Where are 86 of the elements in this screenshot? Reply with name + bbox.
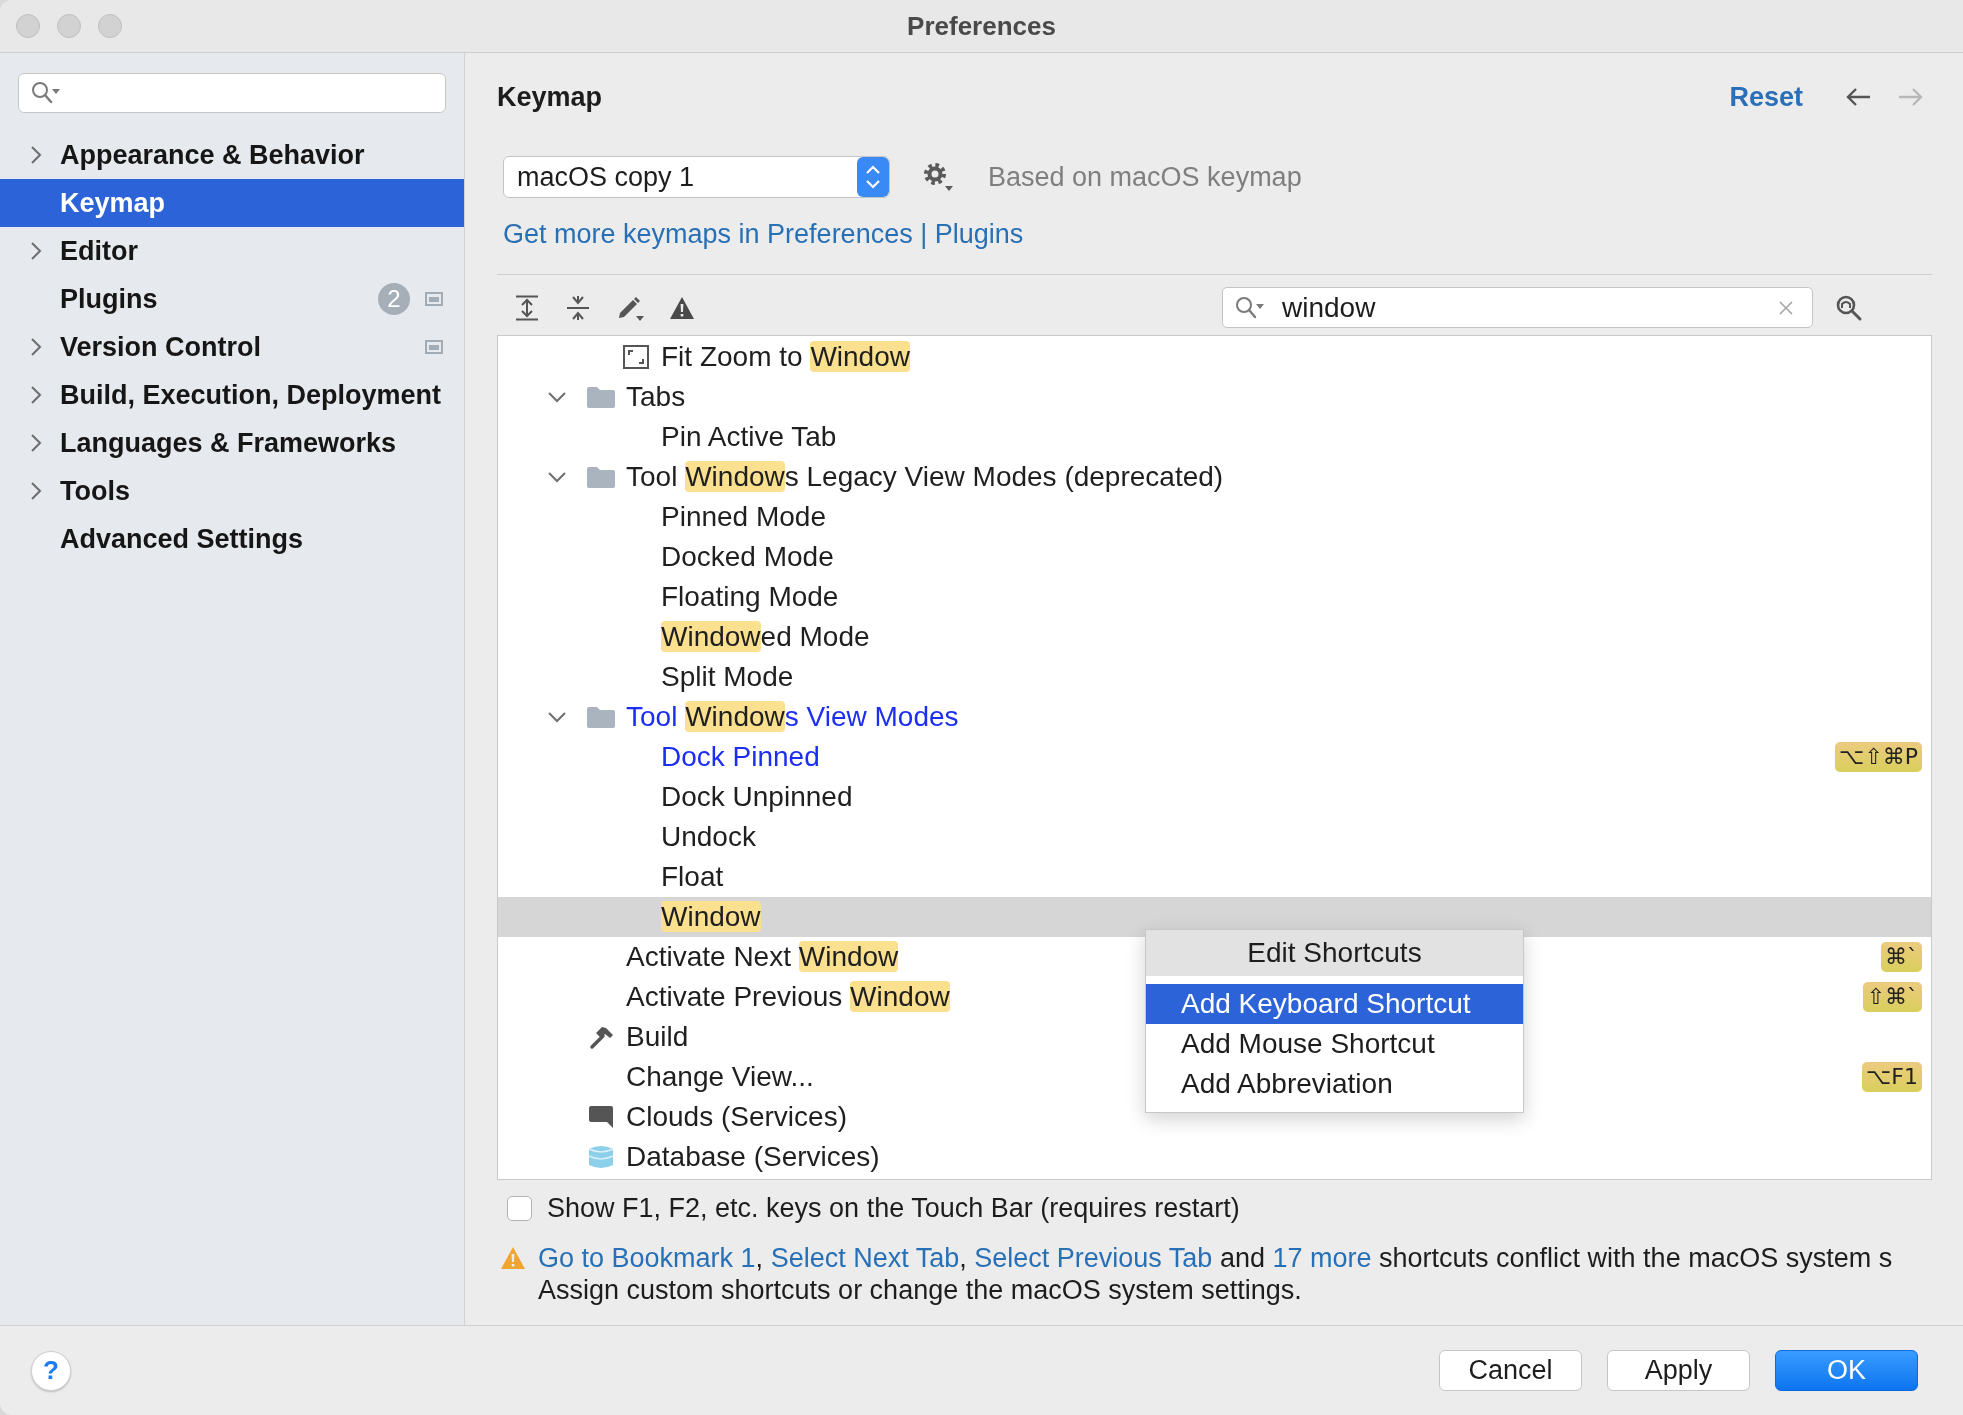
tree-item[interactable]: Build <box>546 1017 689 1057</box>
tree-item[interactable]: Dock Unpinned <box>581 777 853 817</box>
chevron-right-icon <box>30 241 42 261</box>
conflict-link[interactable]: 17 more <box>1272 1243 1372 1273</box>
page-title: Keymap <box>497 81 603 113</box>
tree-item[interactable]: Undock <box>581 817 756 857</box>
chevron-right-icon <box>30 385 42 405</box>
search-field[interactable] <box>18 73 446 113</box>
sidebar-item[interactable]: Plugins 2 <box>0 275 464 323</box>
chevron-right-icon <box>30 433 42 453</box>
update-count: 2 <box>378 283 410 315</box>
tree-item[interactable]: Window <box>581 897 761 937</box>
checkbox-label: Show F1, F2, etc. keys on the Touch Bar (requires restart) <box>547 1192 1240 1224</box>
keymap-dropdown[interactable]: macOS copy 1 <box>503 156 890 198</box>
menu-item[interactable]: Add Mouse Shortcut <box>1146 1024 1523 1064</box>
tree-item[interactable]: Windowed Mode <box>581 617 870 657</box>
shortcut-keys: ⌘` <box>1881 942 1922 972</box>
help-button[interactable]: ? <box>31 1350 71 1391</box>
tree-item[interactable]: Clouds (Services) <box>546 1097 847 1137</box>
warning-icon <box>500 1246 526 1270</box>
shortcut-keys: ⌥F1 <box>1862 1062 1922 1092</box>
tree-item[interactable]: Database (Services) <box>546 1137 880 1177</box>
tree-item[interactable]: Change View... <box>546 1057 814 1097</box>
warning-icon[interactable] <box>669 295 695 320</box>
tree-item[interactable]: Tabs <box>546 377 686 417</box>
panel-icon <box>425 340 443 354</box>
hammer-icon <box>588 1024 614 1050</box>
sidebar-item[interactable]: Tools <box>0 467 464 515</box>
sidebar-item[interactable]: Keymap <box>0 179 464 227</box>
tree-item[interactable]: Docked Mode <box>581 537 834 577</box>
more-keymaps-link[interactable]: Get more keymaps in Preferences | Plugins <box>503 218 1024 250</box>
dialog-button[interactable]: Cancel <box>1439 1350 1582 1391</box>
sidebar-item[interactable]: Version Control <box>0 323 464 371</box>
speech-bubble-icon <box>588 1105 614 1129</box>
folder-icon <box>587 386 615 408</box>
tree-item[interactable]: Pinned Mode <box>581 497 826 537</box>
menu-title: Edit Shortcuts <box>1146 930 1523 976</box>
tree-item[interactable]: Dock Pinned <box>581 737 820 777</box>
chevron-right-icon <box>30 481 42 501</box>
frame-icon <box>623 345 649 369</box>
reset-link[interactable]: Reset <box>1729 81 1803 113</box>
menu-item[interactable]: Add Keyboard Shortcut <box>1146 984 1523 1024</box>
conflict-link[interactable]: Select Previous Tab <box>974 1243 1213 1273</box>
conflict-link[interactable]: Select Next Tab <box>770 1243 960 1273</box>
database-icon <box>588 1144 614 1170</box>
sidebar-item[interactable]: Languages & Frameworks <box>0 419 464 467</box>
shortcut-keys: ⇧⌘` <box>1862 982 1922 1012</box>
chevron-right-icon <box>30 337 42 357</box>
magnifier-icon[interactable] <box>1835 293 1863 322</box>
chevron-down-icon[interactable] <box>547 391 567 403</box>
shortcut-keys: ⌥⇧⌘P <box>1834 742 1922 772</box>
conflict-hint: Assign custom shortcuts or change the macOS system settings. <box>538 1274 1303 1306</box>
menu-item[interactable]: Add Abbreviation <box>1146 1064 1523 1104</box>
back-arrow-icon[interactable] <box>1845 87 1871 107</box>
tree-item[interactable]: Fit Zoom to Window <box>581 337 910 377</box>
stepper-icon <box>857 157 889 197</box>
checkbox[interactable] <box>507 1195 532 1221</box>
sidebar-item[interactable]: Build, Execution, Deployment <box>0 371 464 419</box>
search-icon <box>31 81 61 105</box>
conflict-message: Go to Bookmark 1, Select Next Tab, Select Previous Tab and 17 more shortcuts conflict with the macOS system s <box>538 1242 1893 1274</box>
tree-item[interactable]: Floating Mode <box>581 577 839 617</box>
sidebar-item[interactable]: Advanced Settings <box>0 515 464 563</box>
search-field[interactable]: window <box>1222 287 1813 328</box>
search-icon <box>1235 295 1265 320</box>
tree-item[interactable]: Activate Next Window <box>546 937 899 977</box>
chevron-right-icon <box>30 145 42 165</box>
window-title: Preferences <box>907 10 1056 42</box>
tree-item[interactable]: Float <box>581 857 724 897</box>
folder-icon <box>587 466 615 488</box>
tree-item[interactable]: Tool Windows Legacy View Modes (deprecated) <box>546 457 1224 497</box>
sidebar-item[interactable]: Appearance & Behavior <box>0 131 464 179</box>
tree-item[interactable]: Split Mode <box>581 657 794 697</box>
gear-icon[interactable] <box>923 162 953 192</box>
tree-item[interactable]: Activate Previous Window <box>546 977 950 1017</box>
sidebar-item[interactable]: Editor <box>0 227 464 275</box>
chevron-down-icon[interactable] <box>547 471 567 483</box>
tree-item[interactable]: Pin Active Tab <box>581 417 837 457</box>
collapse-all-icon[interactable] <box>565 294 591 321</box>
dialog-button[interactable]: Apply <box>1607 1350 1750 1391</box>
folder-icon <box>587 706 615 728</box>
based-on-text: Based on macOS keymap <box>988 161 1302 193</box>
tree-item[interactable]: Tool Windows View Modes <box>546 697 959 737</box>
expand-all-icon[interactable] <box>514 294 540 321</box>
panel-icon <box>425 292 443 306</box>
conflict-link[interactable]: Go to Bookmark 1 <box>538 1243 756 1273</box>
chevron-down-icon[interactable] <box>547 711 567 723</box>
